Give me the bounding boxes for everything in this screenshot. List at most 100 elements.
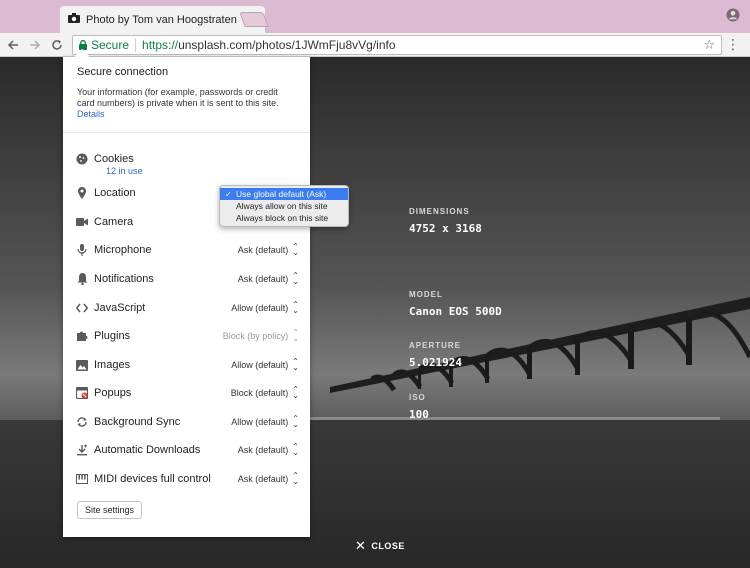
permission-label: Background Sync	[94, 416, 181, 428]
model-info: MODEL Canon EOS 500D	[409, 290, 502, 318]
tab-title: Photo by Tom van Hoogstraten	[86, 13, 237, 26]
lock-icon	[79, 40, 87, 50]
model-label: MODEL	[409, 290, 443, 299]
url-scheme: https://	[142, 38, 179, 52]
select-arrows-icon: ⌃ ⌄	[292, 357, 299, 372]
checkmark-icon: ✓	[225, 189, 232, 199]
cookies-row: Cookies 12 in use	[75, 151, 299, 176]
permission-select[interactable]: Ask (default) ⌃ ⌄	[237, 271, 299, 286]
select-arrows-icon: ⌃ ⌄	[292, 242, 299, 257]
permission-row-microphone: Microphone Ask (default) ⌃ ⌄	[75, 242, 299, 258]
permission-label: Popups	[94, 387, 132, 399]
piano-keys-icon	[75, 472, 89, 486]
permission-label: Plugins	[94, 330, 131, 342]
sync-icon	[75, 415, 89, 429]
permission-value: Allow (default)	[231, 303, 289, 313]
location-permission-dropdown: ✓ Use global default (Ask) Always allow …	[219, 185, 349, 227]
select-arrows-icon: ⌃ ⌄	[292, 300, 299, 315]
permission-label: JavaScript	[94, 302, 146, 314]
tab-strip: Photo by Tom van Hoogstraten ×	[0, 0, 750, 33]
puzzle-piece-icon	[75, 329, 89, 343]
cookies-in-use-link[interactable]: 12 in use	[106, 166, 143, 176]
permission-value: Allow (default)	[231, 360, 289, 370]
back-arrow-icon[interactable]	[4, 36, 22, 54]
new-tab-button[interactable]	[239, 12, 269, 27]
site-info-popup: Secure connection Your information (for …	[63, 57, 310, 537]
permission-row-images: Images Allow (default) ⌃ ⌄	[75, 357, 299, 373]
permission-label: Automatic Downloads	[94, 444, 201, 456]
permission-select[interactable]: Ask (default) ⌃ ⌄	[237, 442, 299, 457]
select-arrows-icon: ⌃ ⌄	[292, 471, 299, 486]
aperture-label: APERTURE	[409, 341, 462, 350]
permission-select[interactable]: Allow (default) ⌃ ⌄	[231, 300, 299, 315]
select-arrows-icon: ⌃ ⌄	[292, 442, 299, 457]
cookies-label: Cookies	[94, 153, 134, 165]
select-arrows-icon: ⌃ ⌄	[292, 414, 299, 429]
forward-arrow-icon[interactable]	[26, 36, 44, 54]
aperture-value: 5.021924	[409, 356, 462, 369]
select-arrows-icon: ⌃ ⌄	[292, 271, 299, 286]
reload-icon[interactable]	[48, 36, 66, 54]
dimensions-info: DIMENSIONS 4752 x 3168	[409, 207, 482, 235]
permission-label: Images	[94, 359, 131, 371]
close-info-button[interactable]: ✕ CLOSE	[355, 538, 405, 554]
dimensions-value: 4752 x 3168	[409, 222, 482, 235]
permission-row-popups: Popups Block (default) ⌃ ⌄	[75, 385, 299, 401]
address-bar[interactable]: Secure https://unsplash.com/photos/1JWmF…	[72, 35, 722, 55]
dropdown-option-label: Always allow on this site	[236, 201, 328, 211]
permission-label: Location	[94, 187, 136, 199]
permission-row-automatic-downloads: Automatic Downloads Ask (default) ⌃ ⌄	[75, 442, 299, 458]
dropdown-option-label: Always block on this site	[236, 213, 329, 223]
model-value: Canon EOS 500D	[409, 305, 502, 318]
close-label: CLOSE	[371, 541, 405, 551]
permission-row-background-sync: Background Sync Allow (default) ⌃ ⌄	[75, 414, 299, 430]
select-arrows-icon: ⌃ ⌄	[292, 328, 299, 343]
permission-value: Ask (default)	[237, 274, 289, 284]
code-brackets-icon	[75, 301, 89, 315]
dropdown-option-label: Use global default (Ask)	[236, 189, 327, 199]
site-settings-button[interactable]: Site settings	[77, 501, 143, 519]
permission-label: Microphone	[94, 244, 152, 256]
permission-value: Block (by policy)	[222, 331, 289, 341]
close-icon: ✕	[355, 538, 367, 553]
iso-label: ISO	[409, 393, 426, 402]
profile-icon[interactable]	[726, 8, 740, 25]
browser-menu-icon[interactable]: ⋮	[726, 37, 740, 51]
browser-toolbar: Secure https://unsplash.com/photos/1JWmF…	[0, 33, 750, 57]
permission-row-midi: MIDI devices full control Ask (default) ⌃…	[75, 471, 299, 487]
secure-indicator[interactable]: Secure	[79, 38, 129, 52]
connection-description: Your information (for example, passwords…	[77, 87, 279, 108]
microphone-icon	[75, 243, 89, 257]
dropdown-option[interactable]: Always allow on this site	[220, 200, 348, 212]
permission-row-plugins: Plugins Block (by policy) ⌃ ⌄	[75, 328, 299, 344]
camera-favicon-icon	[68, 13, 80, 26]
permission-value: Ask (default)	[237, 245, 289, 255]
dropdown-option-selected[interactable]: ✓ Use global default (Ask)	[220, 188, 348, 200]
details-link[interactable]: Details	[77, 109, 296, 119]
iso-value: 100	[409, 408, 429, 421]
select-arrows-icon: ⌃ ⌄	[292, 385, 299, 400]
permission-label: MIDI devices full control	[94, 473, 211, 485]
aperture-info: APERTURE 5.021924	[409, 341, 462, 369]
permission-select[interactable]: Block (default) ⌃ ⌄	[231, 385, 299, 400]
permission-value: Ask (default)	[237, 474, 289, 484]
permission-value: Ask (default)	[237, 445, 289, 455]
permission-select[interactable]: Allow (default) ⌃ ⌄	[231, 414, 299, 429]
location-pin-icon	[75, 186, 89, 200]
url-text: https://unsplash.com/photos/1JWmFju8vVg/…	[142, 38, 395, 52]
permission-select[interactable]: Allow (default) ⌃ ⌄	[231, 357, 299, 372]
download-icon	[75, 443, 89, 457]
video-camera-icon	[75, 215, 89, 229]
secure-label: Secure	[91, 38, 130, 52]
permission-value: Allow (default)	[231, 417, 289, 427]
popup-blocked-icon	[75, 386, 89, 400]
permission-select[interactable]: Ask (default) ⌃ ⌄	[237, 471, 299, 486]
dropdown-option[interactable]: Always block on this site	[220, 212, 348, 224]
bell-icon	[75, 272, 89, 286]
permission-select-disabled: Block (by policy) ⌃ ⌄	[222, 328, 299, 343]
dimensions-label: DIMENSIONS	[409, 207, 470, 216]
bookmark-star-icon[interactable]: ☆	[703, 37, 715, 53]
permission-select[interactable]: Ask (default) ⌃ ⌄	[237, 242, 299, 257]
browser-tab[interactable]: Photo by Tom van Hoogstraten ×	[60, 6, 265, 33]
connection-section: Secure connection Your information (for …	[63, 57, 310, 133]
